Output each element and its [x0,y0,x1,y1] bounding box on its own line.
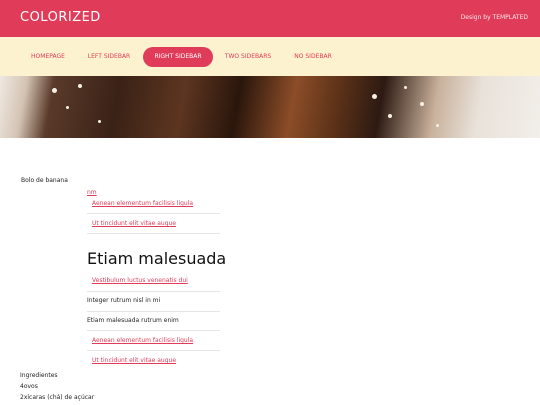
divider [87,350,220,351]
nav-item-left-sidebar[interactable]: LEFT SIDEBAR [80,47,138,67]
banner-detail [388,114,392,118]
banner-detail [66,106,69,109]
recipe-title: Bolo de banana [21,177,68,184]
short-link[interactable]: nm [87,189,97,196]
nav-item-two-sidebars[interactable]: TWO SIDEBARS [218,47,278,67]
top-link-ut-tincidunt[interactable]: Ut tincidunt elit vitae augue [92,220,176,227]
divider [87,291,220,292]
top-link-aenean[interactable]: Aenean elementum facilisis ligula [92,200,193,207]
list-item-ut-tincidunt[interactable]: Ut tincidunt elit vitae augue [92,357,176,364]
banner-detail [78,84,82,88]
banner-detail [404,86,407,89]
main-nav: HOMEPAGE LEFT SIDEBAR RIGHT SIDEBAR TWO … [0,37,540,76]
banner-detail [98,120,101,123]
design-credit-link[interactable]: Design by TEMPLATED [461,14,528,21]
divider [87,311,220,312]
list-item-aenean[interactable]: Aenean elementum facilisis ligula [92,337,193,344]
section-heading: Etiam malesuada [87,249,227,268]
banner-detail [372,94,377,99]
ingredient-item: 2xícaras (chá) de açúcar [20,394,95,401]
page: COLORIZED Design by TEMPLATED HOMEPAGE L… [0,0,540,405]
site-logo[interactable]: COLORIZED [20,10,101,25]
main-content: Bolo de banana nm Aenean elementum facil… [0,138,540,405]
divider [87,233,220,234]
nav-item-right-sidebar[interactable]: RIGHT SIDEBAR [143,47,213,67]
list-item-vestibulum[interactable]: Vestibulum luctus venenatis dui [92,277,188,284]
list-item-integer: Integer rutrum nisl in mi [87,297,161,304]
banner-image [0,76,540,138]
banner-detail [420,102,424,106]
nav-item-no-sidebar[interactable]: NO SIDEBAR [285,47,341,67]
list-item-etiam: Etiam malesuada rutrum enim [87,317,179,324]
banner-detail [52,88,57,93]
banner-detail [436,124,439,127]
divider [87,213,220,214]
divider [87,330,220,331]
ingredient-item: 4ovos [20,383,38,390]
site-header: COLORIZED Design by TEMPLATED [0,0,540,37]
ingredients-label: Ingredientes [20,372,58,379]
nav-item-homepage[interactable]: HOMEPAGE [20,47,76,67]
